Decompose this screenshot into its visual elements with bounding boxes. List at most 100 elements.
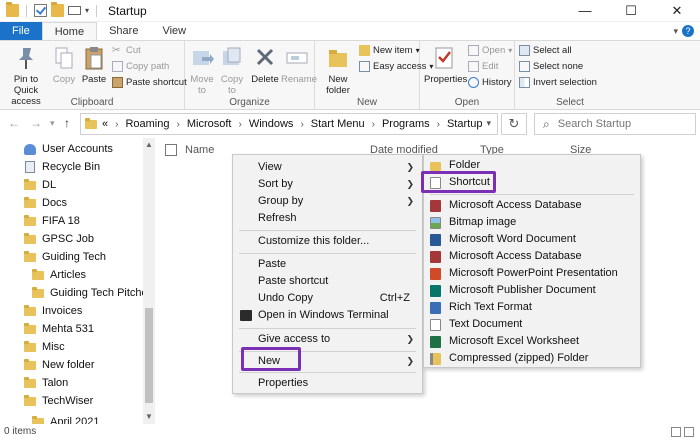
edit-button[interactable]: Edit (468, 61, 498, 72)
nav-item-guiding-tech-pitches[interactable]: Guiding Tech Pitches (32, 286, 153, 299)
nav-item-docs[interactable]: Docs (24, 196, 67, 209)
select-group: Select all Select none Invert selection … (515, 41, 625, 111)
tab-file[interactable]: File (0, 22, 42, 40)
details-view-icon[interactable] (671, 427, 681, 437)
menu-item-undo-copy[interactable]: Undo Copy Ctrl+Z (233, 290, 422, 307)
nav-item-misc[interactable]: Misc (24, 340, 65, 353)
breadcrumb-windows[interactable]: Windows (249, 118, 294, 130)
nav-item-recycle-bin[interactable]: Recycle Bin (24, 161, 100, 173)
submenu-item-bitmap-image[interactable]: Bitmap image (424, 214, 640, 231)
submenu-item-text-document[interactable]: Text Document (424, 316, 640, 333)
submenu-item-rich-text[interactable]: Rich Text Format (424, 299, 640, 316)
chevron-down-icon[interactable]: ▾ (673, 26, 678, 37)
breadcrumb-startup[interactable]: Startup (447, 118, 482, 130)
nav-item-dl[interactable]: DL (24, 178, 56, 191)
menu-item-properties[interactable]: Properties (233, 375, 422, 392)
address-bar[interactable]: « › Roaming › Microsoft › Windows › Star… (80, 113, 498, 135)
new-folder-button[interactable]: New folder (321, 45, 355, 96)
select-all-checkbox[interactable] (165, 144, 177, 156)
select-all-button[interactable]: Select all (519, 45, 572, 56)
folder-icon (85, 117, 97, 129)
help-icon[interactable]: ? (682, 25, 694, 37)
tab-share[interactable]: Share (97, 22, 150, 40)
delete-button[interactable]: Delete (251, 45, 279, 85)
address-overflow-icon[interactable]: « (102, 118, 108, 130)
back-arrow-icon[interactable]: ← (8, 116, 20, 130)
breadcrumb-roaming[interactable]: Roaming (125, 118, 169, 130)
menu-item-sort-by[interactable]: Sort by ❯ (233, 176, 422, 193)
menu-item-give-access-to[interactable]: Give access to ❯ (233, 331, 422, 348)
submenu-item-publisher[interactable]: Microsoft Publisher Document (424, 282, 640, 299)
tab-view[interactable]: View (150, 22, 198, 40)
copy-to-button[interactable]: Copy to (217, 45, 247, 96)
up-arrow-icon[interactable]: ↑ (64, 116, 70, 130)
cut-button[interactable]: ✂ Cut (112, 45, 141, 56)
copy-to-icon (223, 47, 241, 65)
submenu-item-zip-folder[interactable]: Compressed (zipped) Folder (424, 350, 640, 367)
nav-item-user-accounts[interactable]: User Accounts (24, 143, 113, 155)
properties-button[interactable]: Properties (424, 45, 467, 85)
history-button[interactable]: History (468, 77, 512, 88)
word-icon (430, 234, 441, 246)
search-icon: ⌕ (543, 116, 550, 131)
nav-item-gpsc-job[interactable]: GPSC Job (24, 232, 94, 245)
scroll-up-icon[interactable]: ▲ (145, 140, 153, 149)
paste-shortcut-button[interactable]: Paste shortcut (112, 77, 187, 88)
nav-item-mehta-531[interactable]: Mehta 531 (24, 322, 94, 335)
large-icons-view-icon[interactable] (684, 427, 694, 437)
recent-locations-icon[interactable]: ▾ (50, 118, 55, 129)
tab-home[interactable]: Home (41, 22, 98, 40)
nav-scrollbar[interactable]: ▲ ▼ (143, 138, 155, 424)
customize-icon[interactable] (68, 6, 81, 15)
chevron-down-icon[interactable]: ▾ (85, 6, 89, 15)
maximize-button[interactable]: ☐ (608, 0, 654, 22)
menu-item-paste-shortcut[interactable]: Paste shortcut (233, 273, 422, 290)
breadcrumb-microsoft[interactable]: Microsoft (187, 118, 232, 130)
properties-check-icon[interactable] (34, 4, 47, 17)
scroll-down-icon[interactable]: ▼ (145, 412, 153, 421)
chevron-down-icon[interactable]: ▾ (486, 118, 491, 129)
submenu-item-access-database-2[interactable]: Microsoft Access Database (424, 248, 640, 265)
paste-button[interactable]: Paste (80, 45, 108, 85)
menu-item-open-terminal[interactable]: Open in Windows Terminal (233, 307, 422, 324)
nav-item-articles[interactable]: Articles (32, 268, 86, 281)
menu-item-customize-folder[interactable]: Customize this folder... (233, 233, 422, 250)
nav-item-april-2021[interactable]: April 2021 (32, 415, 100, 424)
copy-button[interactable]: Copy (50, 45, 78, 85)
new-folder-icon[interactable] (51, 2, 64, 17)
select-none-button[interactable]: Select none (519, 61, 583, 72)
nav-item-invoices[interactable]: Invoices (24, 304, 82, 317)
nav-item-guiding-tech[interactable]: Guiding Tech (24, 250, 106, 263)
close-button[interactable]: ✕ (654, 0, 700, 22)
menu-item-view[interactable]: View ❯ (233, 159, 422, 176)
minimize-button[interactable]: — (562, 0, 608, 22)
scrollbar-thumb[interactable] (145, 308, 153, 403)
nav-item-talon[interactable]: Talon (24, 376, 68, 389)
search-input[interactable]: ⌕ Search Startup (534, 113, 696, 135)
invert-selection-button[interactable]: Invert selection (519, 77, 597, 88)
refresh-button[interactable]: ↻ (501, 113, 527, 135)
menu-item-group-by[interactable]: Group by ❯ (233, 193, 422, 210)
folder-icon (24, 196, 36, 208)
breadcrumb-start-menu[interactable]: Start Menu (311, 118, 365, 130)
nav-item-new-folder[interactable]: New folder (24, 358, 95, 371)
forward-arrow-icon[interactable]: → (30, 116, 42, 130)
easy-access-icon (359, 61, 370, 72)
nav-item-fifa-18[interactable]: FIFA 18 (24, 214, 80, 227)
submenu-item-powerpoint[interactable]: Microsoft PowerPoint Presentation (424, 265, 640, 282)
column-name[interactable]: Name (185, 144, 214, 156)
nav-item-techwiser[interactable]: TechWiser (24, 394, 93, 407)
move-to-button[interactable]: Move to (187, 45, 217, 96)
navigation-pane: User Accounts Recycle Bin DL Docs FIFA 1… (0, 138, 155, 424)
copy-path-button[interactable]: Copy path (112, 61, 169, 72)
breadcrumb-programs[interactable]: Programs (382, 118, 430, 130)
submenu-item-access-database[interactable]: Microsoft Access Database (424, 197, 640, 214)
rename-button[interactable]: Rename (281, 45, 317, 85)
paste-shortcut-icon (112, 77, 123, 88)
submenu-item-excel[interactable]: Microsoft Excel Worksheet (424, 333, 640, 350)
menu-item-paste[interactable]: Paste (233, 256, 422, 273)
new-item-button[interactable]: New item ▾ (359, 45, 420, 56)
menu-item-refresh[interactable]: Refresh (233, 210, 422, 227)
submenu-item-word-document[interactable]: Microsoft Word Document (424, 231, 640, 248)
open-button[interactable]: Open ▾ (468, 45, 512, 56)
